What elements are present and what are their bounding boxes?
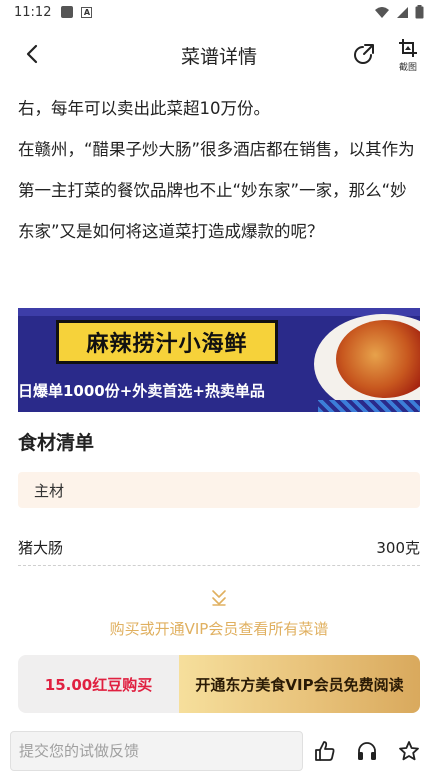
headphones-icon — [358, 742, 376, 760]
banner-pattern — [318, 400, 420, 412]
favorite-button[interactable] — [397, 739, 421, 763]
banner-subtitle: 日爆单1000份+外卖首选+热卖单品 — [18, 382, 265, 400]
main-ingredients-label: 主材 — [34, 481, 65, 500]
article-paragraph: 在赣州，“醋果子炒大肠”很多酒店都在销售，以其作为第一主打菜的餐饮品牌也不止“妙… — [18, 140, 415, 241]
share-icon — [354, 44, 374, 64]
main-ingredients-header: 主材 — [18, 472, 420, 508]
purchase-bar: 15.00红豆购买 开通东方美食VIP会员免费阅读 — [18, 655, 420, 713]
feedback-input[interactable] — [10, 731, 303, 771]
vip-subscribe-button[interactable]: 开通东方美食VIP会员免费阅读 — [179, 655, 420, 713]
unlock-hint: 购买或开通VIP会员查看所有菜谱 — [109, 620, 329, 638]
battery-icon — [415, 5, 424, 19]
notification-icon — [61, 6, 74, 18]
crop-icon — [399, 39, 417, 57]
share-button[interactable] — [350, 40, 378, 68]
top-navigation-bar: 菜谱详情 截图 — [0, 30, 438, 80]
ingredient-row: 猪大肠 300克 — [18, 530, 420, 566]
banner-stripe — [18, 308, 420, 316]
star-icon — [399, 741, 419, 761]
article-body: 右，每年可以卖出此菜超10万份。 在赣州，“醋果子炒大肠”很多酒店都在销售，以其… — [18, 88, 422, 252]
like-button[interactable] — [313, 739, 337, 763]
ingredient-name: 猪大肠 — [18, 539, 64, 557]
ingredient-amount: 300克 — [376, 539, 420, 557]
thumbs-up-icon — [315, 741, 335, 761]
signal-icon — [397, 6, 408, 18]
bottom-action-bar — [0, 722, 438, 780]
article-paragraph: 右，每年可以卖出此菜超10万份。 — [18, 99, 270, 118]
double-chevron-down-icon — [212, 590, 226, 606]
ingredients-section-title: 食材清单 — [18, 432, 95, 454]
status-bar: 11:12 A — [0, 0, 438, 24]
wifi-icon — [375, 6, 389, 18]
buy-with-beans-button[interactable]: 15.00红豆购买 — [18, 655, 179, 713]
status-time: 11:12 — [14, 4, 52, 20]
app-badge-icon: A — [81, 6, 93, 18]
screenshot-label: 截图 — [398, 63, 417, 73]
promo-banner[interactable]: 麻辣捞汁小海鲜 日爆单1000份+外卖首选+热卖单品 — [18, 308, 420, 412]
banner-title: 麻辣捞汁小海鲜 — [56, 320, 278, 364]
listen-button[interactable] — [355, 739, 379, 763]
screenshot-button[interactable]: 截图 — [392, 38, 424, 78]
